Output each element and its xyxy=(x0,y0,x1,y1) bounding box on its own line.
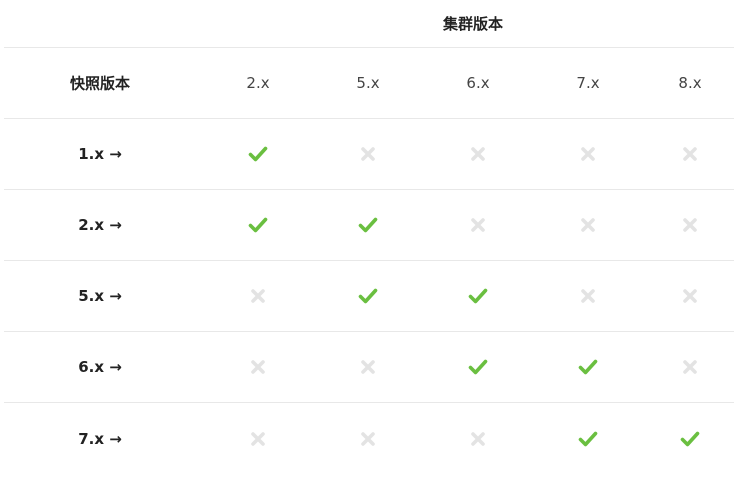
cross-icon xyxy=(467,143,489,165)
matrix-row: 1.x → xyxy=(4,119,734,190)
header-row: 快照版本 2.x 5.x 6.x 7.x 8.x xyxy=(4,48,734,119)
check-icon xyxy=(247,214,269,236)
check-icon xyxy=(247,143,269,165)
check-icon xyxy=(679,428,701,450)
row-label: 2.x → xyxy=(78,216,122,234)
cross-icon xyxy=(467,214,489,236)
check-icon xyxy=(577,428,599,450)
row-label: 6.x → xyxy=(78,358,122,376)
cross-icon xyxy=(577,214,599,236)
cross-icon xyxy=(679,143,701,165)
column-header: 7.x xyxy=(576,74,600,92)
cross-icon xyxy=(357,356,379,378)
matrix-row: 2.x → xyxy=(4,190,734,261)
check-icon xyxy=(467,285,489,307)
cluster-version-title: 集群版本 xyxy=(442,15,504,33)
cross-icon xyxy=(679,285,701,307)
column-header: 2.x xyxy=(246,74,270,92)
column-header: 5.x xyxy=(356,74,380,92)
cross-icon xyxy=(679,214,701,236)
check-icon xyxy=(357,285,379,307)
cross-icon xyxy=(247,356,269,378)
cross-icon xyxy=(247,428,269,450)
cross-icon xyxy=(357,428,379,450)
matrix-row: 7.x → xyxy=(4,403,734,474)
check-icon xyxy=(467,356,489,378)
cross-icon xyxy=(577,285,599,307)
column-header: 8.x xyxy=(678,74,702,92)
row-label: 5.x → xyxy=(78,287,122,305)
cross-icon xyxy=(467,428,489,450)
cross-icon xyxy=(247,285,269,307)
cross-icon xyxy=(679,356,701,378)
column-header: 6.x xyxy=(466,74,490,92)
row-label: 1.x → xyxy=(78,145,122,163)
check-icon xyxy=(357,214,379,236)
compatibility-matrix: 集群版本 快照版本 2.x 5.x 6.x 7.x 8.x 1.x → 2.x → 5.x →… xyxy=(4,0,734,474)
cross-icon xyxy=(357,143,379,165)
cross-icon xyxy=(577,143,599,165)
check-icon xyxy=(577,356,599,378)
matrix-row: 6.x → xyxy=(4,332,734,403)
row-label: 7.x → xyxy=(78,429,122,448)
snapshot-version-header: 快照版本 xyxy=(69,74,131,93)
matrix-title-row: 集群版本 xyxy=(4,0,734,48)
matrix-row: 5.x → xyxy=(4,261,734,332)
